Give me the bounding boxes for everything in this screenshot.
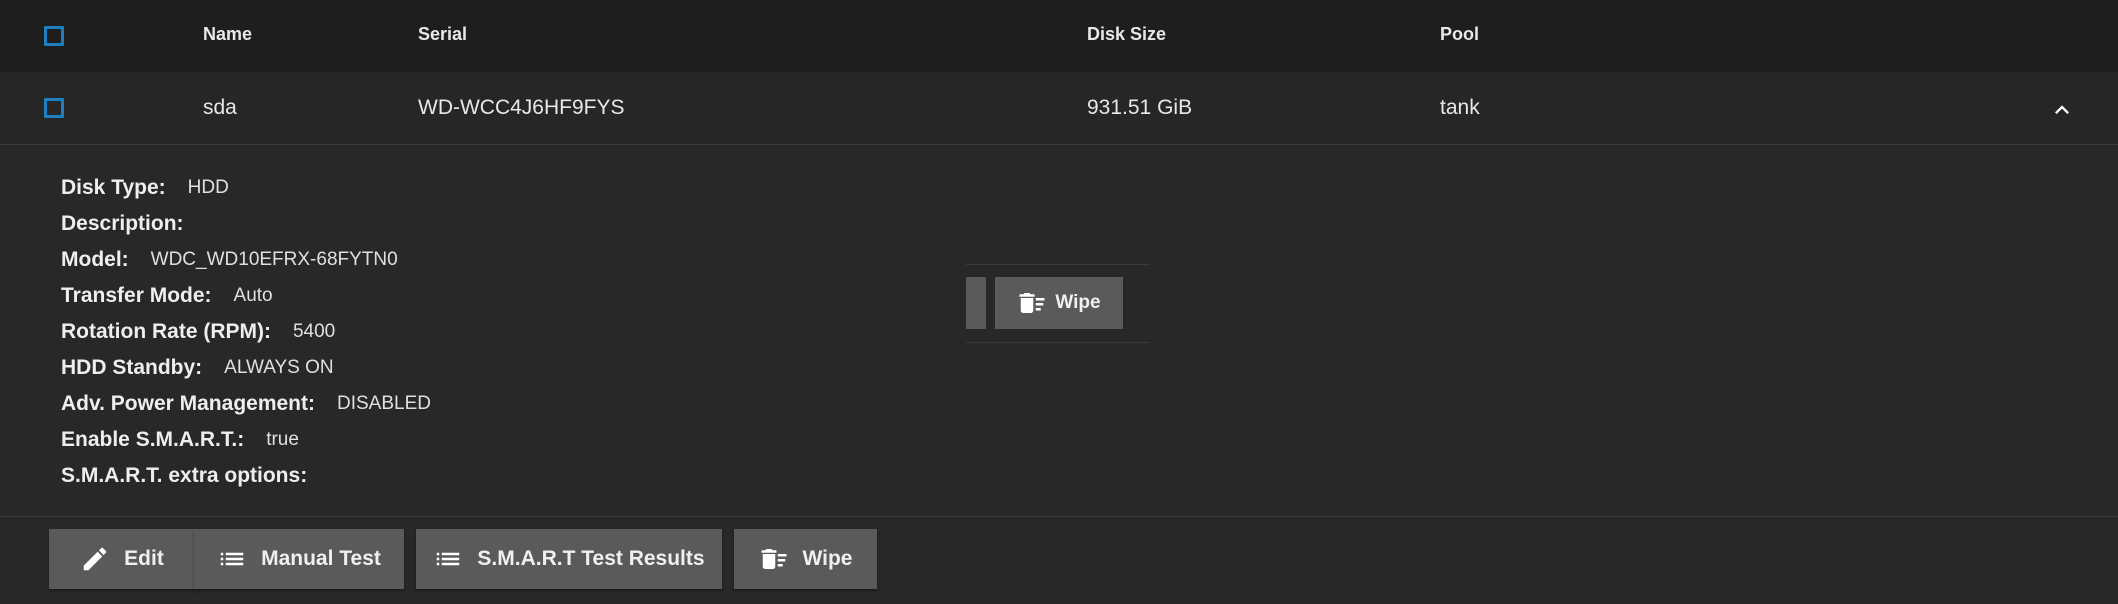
detail-label: Description: <box>61 212 184 235</box>
detail-label: Disk Type: <box>61 176 166 199</box>
detail-value: 5400 <box>292 321 336 342</box>
column-header-name[interactable]: Name <box>203 24 252 45</box>
manual-test-label: Manual Test <box>261 547 381 570</box>
detail-value: HDD <box>187 177 229 198</box>
delete-sweep-icon <box>759 544 789 574</box>
column-header-disk-size[interactable]: Disk Size <box>1087 24 1166 45</box>
detail-label: HDD Standby: <box>61 356 203 379</box>
detail-value: ALWAYS ON <box>224 357 334 378</box>
detail-value: true <box>266 429 299 450</box>
detail-smart-extra-options: S.M.A.R.T. extra options: <box>61 458 431 494</box>
detail-label: Enable S.M.A.R.T.: <box>61 428 245 451</box>
detail-model: Model: WDC_WD10EFRX-68FYTN0 <box>61 242 431 278</box>
disk-details: Disk Type: HDD Description: Model: WDC_W… <box>61 170 431 494</box>
disk-serial: WD-WCC4J6HF9FYS <box>418 96 625 119</box>
manual-test-button[interactable]: Manual Test <box>194 529 404 589</box>
detail-hdd-standby: HDD Standby: ALWAYS ON <box>61 350 431 386</box>
wipe-label: Wipe <box>1055 292 1101 313</box>
smart-test-results-label: S.M.A.R.T Test Results <box>477 547 705 570</box>
list-icon <box>433 544 463 574</box>
wipe-button-mini[interactable]: Wipe <box>995 277 1123 329</box>
detail-label: S.M.A.R.T. extra options: <box>61 464 308 487</box>
wipe-button[interactable]: Wipe <box>734 529 877 589</box>
detail-enable-smart: Enable S.M.A.R.T.: true <box>61 422 431 458</box>
detail-label: Adv. Power Management: <box>61 392 315 415</box>
detail-label: Model: <box>61 248 129 271</box>
table-header-row: Name Serial Disk Size Pool <box>0 0 2118 73</box>
detail-transfer-mode: Transfer Mode: Auto <box>61 278 431 314</box>
column-header-pool[interactable]: Pool <box>1440 24 1479 45</box>
chevron-up-icon[interactable] <box>2048 96 2076 124</box>
hidden-action-button[interactable] <box>966 277 986 329</box>
detail-value: DISABLED <box>337 393 431 414</box>
pencil-icon <box>80 544 110 574</box>
delete-sweep-icon <box>1017 288 1047 318</box>
disk-pool: tank <box>1440 96 1480 119</box>
smart-test-results-button[interactable]: S.M.A.R.T Test Results <box>416 529 722 589</box>
detail-disk-type: Disk Type: HDD <box>61 170 431 206</box>
detail-label: Transfer Mode: <box>61 284 212 307</box>
detail-rotation-rate: Rotation Rate (RPM): 5400 <box>61 314 431 350</box>
disk-size: 931.51 GiB <box>1087 96 1193 119</box>
wipe-label: Wipe <box>802 547 853 570</box>
detail-power-management: Adv. Power Management: DISABLED <box>61 386 431 422</box>
detail-value: Auto <box>233 285 273 306</box>
select-all-checkbox[interactable] <box>44 26 64 46</box>
detail-label: Rotation Rate (RPM): <box>61 320 271 343</box>
edit-button[interactable]: Edit <box>49 529 195 589</box>
column-header-serial[interactable]: Serial <box>418 24 467 45</box>
detail-value: WDC_WD10EFRX-68FYTN0 <box>150 249 398 270</box>
overflow-action-bar: Wipe <box>966 264 1150 343</box>
list-icon <box>217 544 247 574</box>
row-select-checkbox[interactable] <box>44 98 64 118</box>
disk-name: sda <box>203 96 237 119</box>
edit-label: Edit <box>124 547 164 570</box>
table-row[interactable]: sda WD-WCC4J6HF9FYS 931.51 GiB tank <box>0 72 2118 145</box>
row-actions: Edit Manual Test S.M.A.R.T Test Results … <box>0 516 2118 604</box>
detail-description: Description: <box>61 206 431 242</box>
